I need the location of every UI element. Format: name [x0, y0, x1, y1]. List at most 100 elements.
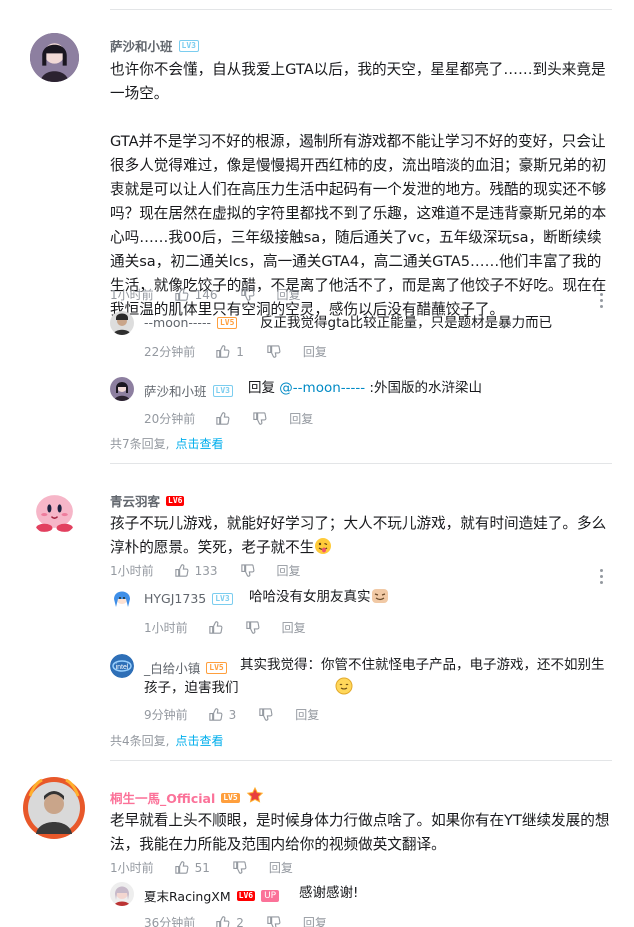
view-more-link[interactable]: 点击查看 — [175, 437, 223, 451]
comment-author[interactable]: 青云羽客 LV6 — [110, 491, 185, 510]
reply-meta: 22分钟前 1 回复 — [144, 343, 327, 360]
thumbs-down-icon — [259, 708, 273, 721]
reply-author[interactable]: 萨沙和小班 LV3 — [144, 381, 233, 400]
dislike-button[interactable] — [266, 344, 281, 359]
thumbs-up-icon — [174, 564, 189, 577]
reply-time: 1小时前 — [144, 621, 188, 635]
level-badge: LV3 — [212, 592, 233, 605]
thumbs-down-icon — [267, 345, 281, 358]
dislike-button[interactable] — [266, 915, 281, 927]
svg-text:intel: intel — [116, 664, 129, 671]
thumbs-down-icon — [253, 412, 267, 425]
more-vertical-icon[interactable] — [600, 569, 604, 584]
comment-content: 也许你不会懂，自从我爱上GTA以后，我的天空，星星都亮了……到头来竟是一场空。 … — [110, 61, 607, 318]
thumbs-up-icon — [216, 916, 230, 927]
thumbs-up-icon — [216, 412, 230, 425]
view-more-link[interactable]: 点击查看 — [175, 734, 223, 748]
thumbs-up-icon — [174, 861, 189, 874]
dislike-button[interactable] — [252, 411, 267, 426]
like-button[interactable]: 146 — [174, 287, 218, 302]
more-vertical-icon[interactable] — [600, 293, 604, 308]
reply-button[interactable]: 回复 — [282, 619, 306, 636]
reply-button[interactable]: 回复 — [289, 410, 313, 427]
reply-author[interactable]: 夏末RacingXM LV6 UP — [144, 886, 280, 905]
avatar[interactable] — [110, 587, 134, 611]
like-button[interactable] — [208, 620, 223, 635]
dislike-button[interactable] — [245, 620, 260, 635]
avatar[interactable]: intel — [110, 654, 134, 678]
dislike-button[interactable] — [240, 563, 255, 578]
comment-author[interactable]: 桐生一馬_Official LV5 — [110, 786, 264, 808]
reply-author[interactable]: HYGJ1735 LV3 — [144, 591, 233, 606]
reply-meta: 20分钟前 回复 — [144, 410, 313, 427]
thumbs-down-icon — [240, 564, 254, 577]
level-badge: LV3 — [212, 384, 233, 397]
reply-content: 其实我觉得：你管不住就怪电子产品，电子游戏，还不如别生孩子，迫害我们 — [144, 654, 610, 703]
thumbs-up-icon — [208, 708, 223, 721]
like-button[interactable] — [215, 411, 230, 426]
comment-meta: 1小时前 51 回复 — [110, 859, 293, 876]
avatar[interactable] — [22, 776, 86, 840]
like-count: 1 — [236, 344, 244, 359]
like-count: 3 — [228, 707, 237, 722]
level-badge: LV5 — [216, 316, 238, 329]
reply-content: 反正我觉得gta比较正能量，只是题材是暴力而已 — [260, 315, 553, 331]
thumbs-up-icon — [174, 288, 189, 301]
up-badge: UP — [261, 889, 280, 902]
thumbs-up-icon — [216, 345, 230, 358]
like-button[interactable]: 51 — [174, 860, 210, 875]
reply-content: 感谢感谢! — [299, 885, 359, 901]
like-count: 51 — [194, 860, 210, 875]
reply-time: 22分钟前 — [144, 345, 196, 359]
dislike-button[interactable] — [258, 707, 273, 722]
reply-content: 哈哈没有女朋友真实 — [249, 586, 389, 612]
avatar[interactable] — [110, 377, 134, 401]
thumbs-down-icon — [245, 621, 260, 634]
avatar[interactable] — [30, 33, 79, 82]
avatar[interactable] — [30, 487, 79, 536]
reply-button[interactable]: 回复 — [303, 914, 327, 927]
reply-author[interactable]: --moon----- LV5 — [144, 315, 238, 330]
like-count: 146 — [194, 287, 218, 302]
divider — [110, 9, 612, 10]
reply-button[interactable]: 回复 — [269, 859, 293, 876]
avatar[interactable] — [110, 882, 134, 906]
thumbs-down-icon — [233, 861, 247, 874]
reply-meta: 1小时前 回复 — [144, 619, 306, 636]
fan-medal-icon — [246, 786, 264, 808]
comment-time: 1小时前 — [110, 288, 154, 302]
comment-time: 1小时前 — [110, 564, 154, 578]
comment-meta: 1小时前 133 回复 — [110, 562, 301, 579]
avatar[interactable] — [110, 311, 134, 335]
comment-content: 孩子不玩儿游戏，就能好好学习了；大人不玩儿游戏，就有时间造娃了。多么淳朴的愿景。… — [110, 512, 610, 563]
view-more-replies: 共4条回复, 点击查看 — [110, 734, 224, 748]
view-more-replies: 共7条回复, 点击查看 — [110, 437, 224, 451]
reply-button[interactable]: 回复 — [295, 706, 319, 723]
like-button[interactable]: 1 — [215, 344, 244, 359]
reply-content: 回复 @--moon----- :外国版的水浒梁山 — [248, 380, 482, 396]
level-badge: LV5 — [221, 792, 240, 803]
comment-content: 老早就看上头不顺眼，是时候身体力行做点啥了。如果你有在YT继续发展的想法，我能在… — [110, 812, 610, 853]
like-button[interactable]: 133 — [174, 563, 218, 578]
dislike-button[interactable] — [240, 287, 255, 302]
like-button[interactable]: 3 — [208, 707, 237, 722]
reply-meta: 9分钟前 3 回复 — [144, 706, 319, 723]
level-badge: LV6 — [166, 495, 185, 506]
laughing-emoji-icon — [371, 588, 389, 612]
dislike-button[interactable] — [232, 860, 247, 875]
divider — [110, 463, 612, 464]
reply-meta: 36分钟前 2 回复 — [144, 914, 327, 927]
like-count: 133 — [194, 563, 218, 578]
mention-link[interactable]: @--moon----- — [279, 380, 365, 396]
like-button[interactable]: 2 — [215, 915, 244, 927]
comment-author[interactable]: 萨沙和小班 LV3 — [110, 36, 199, 55]
thumbs-up-icon — [208, 621, 223, 634]
reply-button[interactable]: 回复 — [277, 562, 301, 579]
reply-button[interactable]: 回复 — [277, 286, 301, 303]
divider — [110, 760, 612, 761]
smile-emoji-icon — [239, 677, 353, 703]
reply-time: 36分钟前 — [144, 916, 196, 927]
reply-button[interactable]: 回复 — [303, 343, 327, 360]
comment-time: 1小时前 — [110, 861, 154, 875]
level-badge: LV3 — [178, 39, 199, 52]
